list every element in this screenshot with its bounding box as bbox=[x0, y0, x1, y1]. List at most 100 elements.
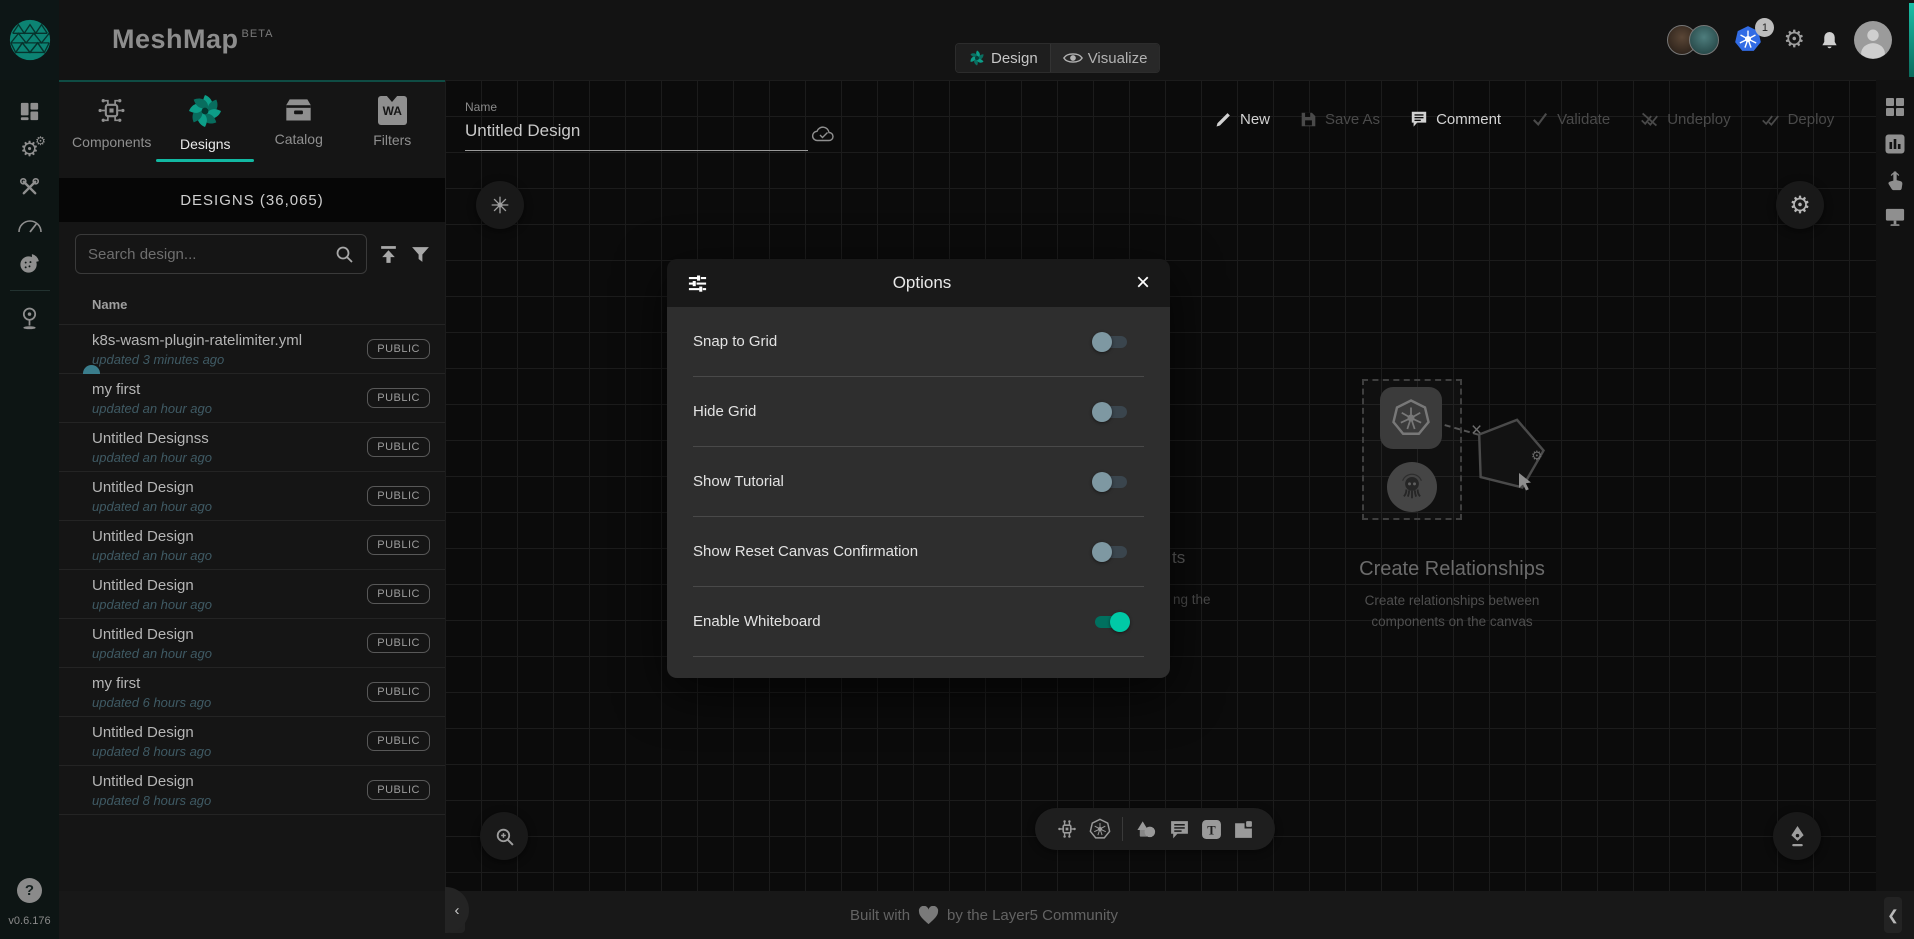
design-name-input[interactable] bbox=[465, 114, 808, 151]
touch-hand-icon[interactable] bbox=[1885, 170, 1905, 192]
tab-label: Filters bbox=[373, 132, 411, 148]
design-updated: updated 6 hours ago bbox=[92, 695, 367, 710]
comment-icon bbox=[1410, 110, 1428, 128]
profile-avatar[interactable] bbox=[1854, 21, 1892, 59]
floppy-icon bbox=[1300, 111, 1317, 128]
check-icon bbox=[1531, 111, 1549, 127]
dock-shapes-icon[interactable] bbox=[1135, 819, 1158, 839]
search-input[interactable] bbox=[88, 246, 326, 263]
hidden-card-fragment: ts bbox=[1172, 548, 1185, 568]
validate-button[interactable]: Validate bbox=[1531, 111, 1610, 128]
show-tutorial-toggle[interactable] bbox=[1092, 472, 1130, 492]
dock-components-icon[interactable] bbox=[1056, 818, 1078, 840]
filter-funnel-icon[interactable] bbox=[410, 244, 431, 265]
undeploy-icon bbox=[1640, 111, 1659, 128]
performance-gauge-icon[interactable] bbox=[0, 206, 59, 244]
search-row bbox=[75, 234, 431, 274]
cloud-saved-icon bbox=[810, 124, 837, 144]
deploy-button[interactable]: Deploy bbox=[1761, 111, 1835, 128]
heart-icon bbox=[918, 906, 939, 925]
tab-designs[interactable]: Designs bbox=[162, 82, 248, 162]
import-design-icon[interactable] bbox=[378, 244, 399, 265]
design-row[interactable]: k8s-wasm-plugin-ratelimiter.yml updated … bbox=[59, 325, 445, 374]
help-icon[interactable]: ? bbox=[17, 878, 42, 903]
option-row: Show Tutorial bbox=[693, 447, 1144, 517]
extensions-icon[interactable] bbox=[0, 244, 59, 282]
panel-tabs: Components Designs bbox=[59, 82, 445, 162]
dock-comment-icon[interactable] bbox=[1169, 819, 1190, 840]
close-icon[interactable]: × bbox=[1136, 271, 1150, 295]
tab-components[interactable]: Components bbox=[69, 82, 155, 162]
design-updated: updated an hour ago bbox=[92, 646, 367, 661]
comment-button[interactable]: Comment bbox=[1410, 110, 1501, 128]
tab-filters[interactable]: WA Filters bbox=[349, 82, 435, 162]
design-row[interactable]: Untitled Design updated an hour ago PUBL… bbox=[59, 521, 445, 570]
design-title: Untitled Design bbox=[92, 577, 367, 594]
enable-whiteboard-toggle[interactable] bbox=[1092, 612, 1130, 632]
search-icon bbox=[334, 244, 354, 264]
option-row: Hide Grid bbox=[693, 377, 1144, 447]
analytics-chart-icon[interactable] bbox=[1884, 133, 1906, 155]
mode-design-button[interactable]: Design bbox=[956, 44, 1050, 72]
design-row[interactable]: Untitled Design updated 8 hours ago PUBL… bbox=[59, 766, 445, 815]
canvas-dock-toolbar: T bbox=[1035, 808, 1275, 850]
design-row[interactable]: Untitled Design updated an hour ago PUBL… bbox=[59, 570, 445, 619]
design-updated: updated 8 hours ago bbox=[92, 744, 367, 759]
visibility-badge: PUBLIC bbox=[367, 486, 430, 506]
dock-kubernetes-icon[interactable] bbox=[1089, 818, 1111, 840]
design-row[interactable]: Untitled Designss updated an hour ago PU… bbox=[59, 423, 445, 472]
undeploy-button[interactable]: Undeploy bbox=[1640, 111, 1730, 128]
design-updated: updated an hour ago bbox=[92, 450, 367, 465]
visibility-badge: PUBLIC bbox=[367, 339, 430, 359]
name-column-header: Name bbox=[92, 297, 445, 312]
components-icon bbox=[95, 94, 128, 127]
option-row: Enable Whiteboard bbox=[693, 587, 1144, 657]
option-label: Snap to Grid bbox=[693, 333, 777, 350]
layer5-logo-icon bbox=[7, 17, 53, 63]
show-reset-canvas-confirmation-toggle[interactable] bbox=[1092, 542, 1130, 562]
dashboard-icon[interactable] bbox=[0, 92, 59, 130]
design-row[interactable]: Untitled Design updated 8 hours ago PUBL… bbox=[59, 717, 445, 766]
mode-visualize-button[interactable]: Visualize bbox=[1050, 44, 1160, 72]
design-updated: updated an hour ago bbox=[92, 499, 367, 514]
dock-media-icon[interactable] bbox=[1233, 819, 1254, 840]
pen-tool-button[interactable] bbox=[1773, 812, 1821, 860]
save-as-button[interactable]: Save As bbox=[1300, 111, 1380, 128]
tab-catalog[interactable]: Catalog bbox=[256, 82, 342, 162]
toolkit-icon[interactable] bbox=[0, 168, 59, 206]
design-updated: updated an hour ago bbox=[92, 401, 367, 416]
design-row[interactable]: my first updated 6 hours ago PUBLIC bbox=[59, 668, 445, 717]
hide-grid-toggle[interactable] bbox=[1092, 402, 1130, 422]
tutorial-heading: Create Relationships bbox=[1359, 558, 1545, 581]
design-row[interactable]: Untitled Design updated an hour ago PUBL… bbox=[59, 619, 445, 668]
search-box bbox=[75, 234, 367, 274]
zoom-button[interactable] bbox=[480, 812, 528, 860]
footer-bar: ❮ Built with by the Layer5 Community ❮ bbox=[59, 891, 1914, 939]
collaborator-avatars[interactable] bbox=[1667, 25, 1719, 55]
meshmap-pin-icon[interactable] bbox=[0, 299, 59, 337]
design-row[interactable]: my first updated an hour ago PUBLIC bbox=[59, 374, 445, 423]
widgets-grid-icon[interactable] bbox=[1884, 96, 1906, 118]
canvas-snowflake-button[interactable] bbox=[476, 181, 524, 229]
left-nav-rail: ⚙⚙ bbox=[0, 80, 59, 939]
design-row[interactable]: Untitled Design updated an hour ago PUBL… bbox=[59, 472, 445, 521]
lifecycle-gears-icon[interactable]: ⚙⚙ bbox=[0, 130, 59, 168]
notifications-bell-icon[interactable] bbox=[1820, 30, 1839, 51]
display-monitor-icon[interactable] bbox=[1884, 207, 1906, 227]
collaborator-avatar-2 bbox=[1689, 25, 1719, 55]
kubernetes-context-chip[interactable]: 1 bbox=[1734, 25, 1768, 55]
canvas-settings-button[interactable]: ⚙ bbox=[1776, 181, 1824, 229]
designs-count-header: DESIGNS (36,065) bbox=[59, 178, 445, 222]
snap-to-grid-toggle[interactable] bbox=[1092, 332, 1130, 352]
visibility-badge: PUBLIC bbox=[367, 682, 430, 702]
dock-text-icon[interactable]: T bbox=[1201, 819, 1222, 840]
tutorial-mascot-node bbox=[1387, 462, 1437, 512]
settings-gear-icon[interactable]: ⚙ bbox=[1783, 28, 1805, 52]
visibility-badge: PUBLIC bbox=[367, 437, 430, 457]
footer-collapse-right[interactable]: ❮ bbox=[1884, 897, 1902, 933]
design-updated: updated an hour ago bbox=[92, 597, 367, 612]
tab-label: Designs bbox=[180, 136, 231, 152]
header-accent-edge bbox=[1909, 3, 1914, 77]
layer5-logo[interactable] bbox=[0, 0, 59, 80]
new-button[interactable]: New bbox=[1215, 111, 1270, 128]
